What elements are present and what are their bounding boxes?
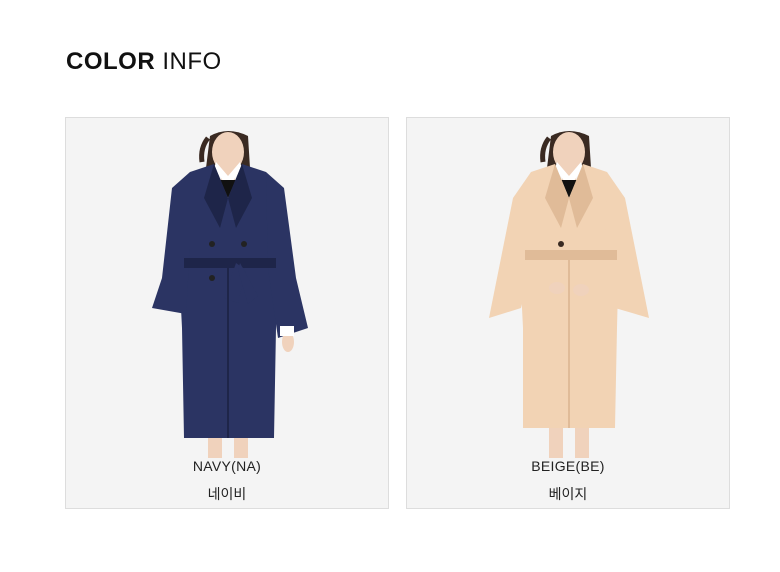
color-code-label: BEIGE(BE) <box>531 458 605 474</box>
color-code-label: NAVY(NA) <box>192 458 262 474</box>
model-photo-navy <box>128 128 328 458</box>
color-card-navy: NAVY(NA) 네이비 <box>65 117 389 509</box>
model-wearing-coat-icon <box>152 131 308 458</box>
model-photo-beige <box>469 128 669 458</box>
section-title: COLOR INFO <box>66 48 222 76</box>
color-name-korean: 네이비 <box>207 487 247 503</box>
section-title-light: INFO <box>162 48 222 75</box>
section-title-bold: COLOR <box>66 48 156 75</box>
color-name-korean: 베이지 <box>548 487 588 503</box>
model-wearing-coat-icon <box>489 131 649 458</box>
color-card-beige: BEIGE(BE) 베이지 <box>406 117 730 509</box>
